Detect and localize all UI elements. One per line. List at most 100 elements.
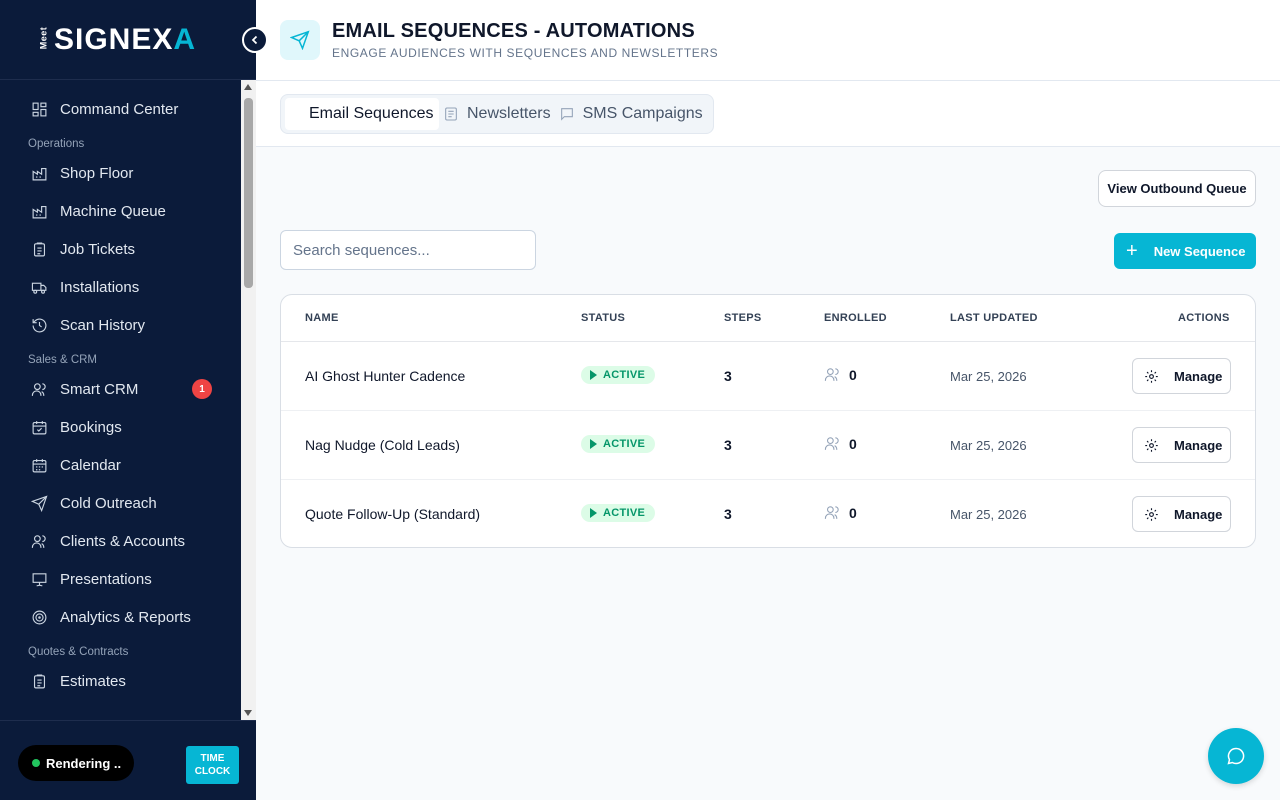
tab-email-sequences[interactable]: Email Sequences: [285, 98, 439, 130]
send-icon: [30, 494, 48, 512]
column-header-status[interactable]: STATUS: [581, 312, 625, 324]
sidebar-item-analytics-reports[interactable]: Analytics & Reports: [0, 598, 241, 636]
rendering-label: Rendering ..: [46, 755, 122, 771]
sidebar-item-label: Bookings: [60, 418, 122, 436]
sidebar-item-installations[interactable]: Installations: [0, 268, 241, 306]
play-icon: [590, 439, 597, 449]
brand-logo[interactable]: Meet SIGNEXA: [0, 0, 256, 80]
column-header-last-updated[interactable]: LAST UPDATED: [950, 312, 1038, 324]
table-body: AI Ghost Hunter Cadence ACTIVE 3 0 Mar 25, 2…: [281, 342, 1255, 547]
play-icon: [590, 370, 597, 380]
tab-sms-campaigns[interactable]: SMS Campaigns: [555, 98, 707, 130]
enrolled-count: 0: [824, 504, 857, 521]
scroll-up-arrow-icon[interactable]: [244, 84, 252, 90]
status-dot-icon: [32, 759, 40, 767]
page-header: EMAIL SEQUENCES - AUTOMATIONS ENGAGE AUD…: [256, 0, 1280, 81]
gear-icon: [1145, 369, 1158, 383]
users-icon: [824, 506, 839, 519]
manage-button[interactable]: Manage: [1132, 496, 1231, 532]
sidebar-item-label: Cold Outreach: [60, 494, 157, 512]
last-updated-date: Mar 25, 2026: [950, 438, 1027, 453]
column-header-steps[interactable]: STEPS: [724, 312, 762, 324]
sidebar-item-calendar[interactable]: Calendar: [0, 446, 241, 484]
brand-wordmark: SIGNEXA: [54, 22, 197, 56]
enrolled-count: 0: [824, 366, 857, 383]
sidebar-item-job-tickets[interactable]: Job Tickets: [0, 230, 241, 268]
sidebar-item-label: Machine Queue: [60, 202, 166, 220]
users-icon: [30, 380, 48, 398]
sidebar-item-presentations[interactable]: Presentations: [0, 560, 241, 598]
column-header-actions: ACTIONS: [1178, 312, 1230, 324]
history-icon: [30, 316, 48, 334]
clipboard-icon: [30, 240, 48, 258]
column-header-name[interactable]: NAME: [305, 312, 339, 324]
factory-icon: [30, 164, 48, 182]
sidebar-item-label: Job Tickets: [60, 240, 136, 258]
status-badge: ACTIVE: [581, 504, 656, 522]
chat-button[interactable]: [1208, 728, 1264, 784]
sidebar-item-scan-history[interactable]: Scan History: [0, 306, 241, 344]
sidebar: Meet SIGNEXA Command Center Operations Sho…: [0, 0, 256, 800]
rendering-status-pill[interactable]: Rendering ..: [18, 745, 134, 781]
sidebar-item-cold-outreach[interactable]: Cold Outreach: [0, 484, 241, 522]
tab-list: Email Sequences Newsletters SMS Campaign…: [280, 94, 714, 134]
brand-meet-label: Meet: [38, 26, 49, 50]
chat-bubble-icon: [1227, 747, 1245, 765]
time-clock-button[interactable]: TIME CLOCK: [186, 746, 239, 784]
sidebar-section-label: Quotes & Contracts: [28, 646, 129, 658]
sidebar-item-label: Clients & Accounts: [60, 532, 186, 550]
steps-count: 3: [724, 437, 732, 453]
table-row[interactable]: AI Ghost Hunter Cadence ACTIVE 3 0 Mar 25, 2…: [281, 342, 1255, 411]
sidebar-nav: Command Center Operations Shop Floor Machin…: [0, 80, 241, 720]
users-icon: [824, 437, 839, 450]
sidebar-item-label: Scan History: [60, 316, 146, 334]
sidebar-section-label: Operations: [28, 138, 85, 150]
sequence-name: AI Ghost Hunter Cadence: [305, 368, 466, 384]
column-header-enrolled[interactable]: ENROLLED: [824, 312, 887, 324]
tabs-bar: Email Sequences Newsletters SMS Campaign…: [256, 81, 1280, 147]
sidebar-item-clients-accounts[interactable]: Clients & Accounts: [0, 522, 241, 560]
sidebar-scrollbar[interactable]: [241, 80, 256, 720]
steps-count: 3: [724, 368, 732, 384]
status-badge: ACTIVE: [581, 435, 656, 453]
users-icon: [824, 368, 839, 381]
new-sequence-button[interactable]: + New Sequence: [1114, 233, 1256, 269]
sidebar-section-label: Sales & CRM: [28, 354, 98, 366]
sidebar-collapse-button[interactable]: [242, 27, 268, 53]
gear-icon: [1145, 438, 1158, 452]
sidebar-item-bookings[interactable]: Bookings: [0, 408, 241, 446]
dashboard-icon: [30, 100, 48, 118]
sidebar-item-estimates[interactable]: Estimates: [0, 662, 241, 700]
table-header: NAME STATUS STEPS ENROLLED LAST UPDATED …: [281, 295, 1255, 342]
sidebar-item-label: Estimates: [60, 672, 126, 690]
scrollbar-thumb[interactable]: [244, 98, 253, 288]
search-input[interactable]: Search sequences...: [280, 230, 536, 270]
sidebar-item-label: Command Center: [60, 100, 179, 118]
tab-newsletters[interactable]: Newsletters: [439, 98, 555, 130]
table-row[interactable]: Nag Nudge (Cold Leads) ACTIVE 3 0 Mar 25, 20…: [281, 411, 1255, 480]
table-row[interactable]: Quote Follow-Up (Standard) ACTIVE 3 0 Mar 25…: [281, 480, 1255, 547]
sidebar-item-smart-crm[interactable]: Smart CRM 1: [0, 370, 241, 408]
sequence-name: Quote Follow-Up (Standard): [305, 506, 481, 522]
enrolled-count: 0: [824, 435, 857, 452]
calendar-check-icon: [30, 418, 48, 436]
scroll-down-arrow-icon[interactable]: [244, 710, 252, 716]
sidebar-item-label: Shop Floor: [60, 164, 134, 182]
sequences-table: NAME STATUS STEPS ENROLLED LAST UPDATED …: [280, 294, 1256, 548]
manage-button[interactable]: Manage: [1132, 427, 1231, 463]
view-outbound-queue-button[interactable]: View Outbound Queue: [1098, 170, 1256, 207]
sidebar-item-shop-floor[interactable]: Shop Floor: [0, 154, 241, 192]
sequence-name: Nag Nudge (Cold Leads): [305, 437, 460, 453]
manage-button[interactable]: Manage: [1132, 358, 1231, 394]
last-updated-date: Mar 25, 2026: [950, 369, 1027, 384]
calendar-icon: [30, 456, 48, 474]
users-icon: [30, 532, 48, 550]
sidebar-item-machine-queue[interactable]: Machine Queue: [0, 192, 241, 230]
truck-icon: [30, 278, 48, 296]
send-icon: [280, 20, 320, 60]
page-subtitle: ENGAGE AUDIENCES WITH SEQUENCES AND NEWS…: [332, 46, 719, 60]
clipboard-icon: [30, 672, 48, 690]
sidebar-item-command-center[interactable]: Command Center: [0, 90, 241, 128]
sidebar-item-label: Analytics & Reports: [60, 608, 191, 626]
sidebar-item-label: Presentations: [60, 570, 152, 588]
